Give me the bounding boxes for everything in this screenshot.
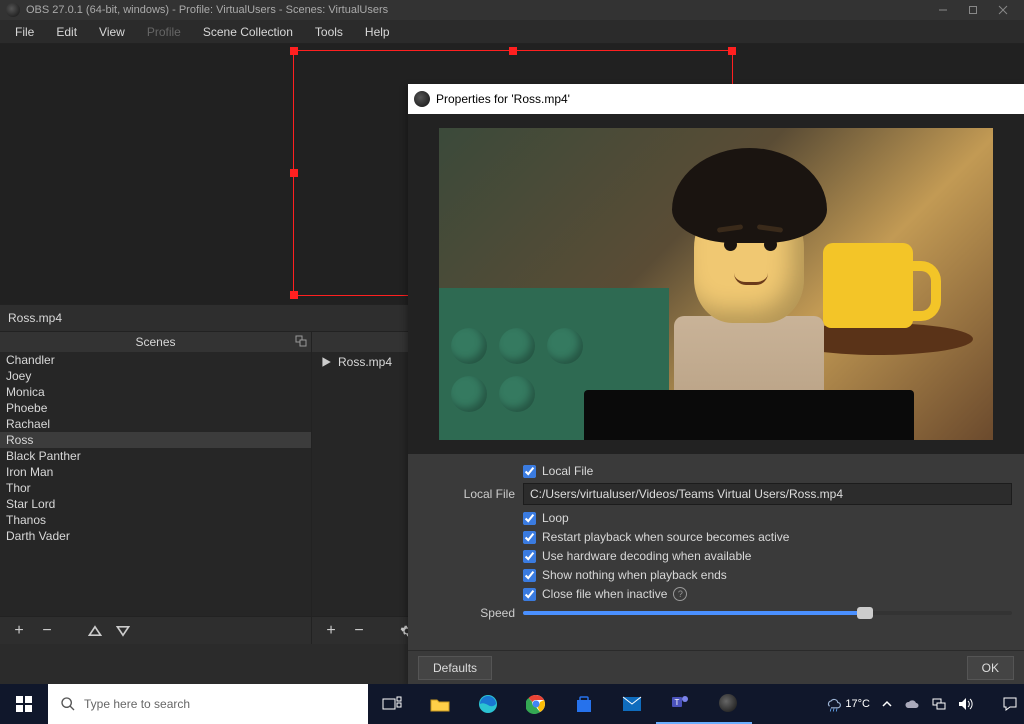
maximize-button[interactable] bbox=[958, 0, 988, 20]
menu-edit[interactable]: Edit bbox=[47, 23, 86, 41]
svg-text:T: T bbox=[675, 698, 680, 707]
weather-widget[interactable]: 17°C bbox=[819, 695, 876, 713]
scene-entry[interactable]: Chandler bbox=[0, 352, 311, 368]
weather-icon bbox=[825, 695, 843, 713]
windows-logo-icon bbox=[16, 696, 32, 712]
scene-entry[interactable]: Thanos bbox=[0, 512, 311, 528]
local-file-input[interactable] bbox=[523, 483, 1012, 505]
scenes-dock: Scenes ChandlerJoeyMonicaPhoebeRachaelRo… bbox=[0, 332, 312, 644]
tray-chevron[interactable] bbox=[876, 699, 898, 709]
taskbar-search[interactable]: Type here to search bbox=[48, 684, 368, 724]
scene-entry[interactable]: Black Panther bbox=[0, 448, 311, 464]
defaults-button[interactable]: Defaults bbox=[418, 656, 492, 680]
obs-taskbar-icon[interactable] bbox=[704, 684, 752, 724]
show-nothing-label: Show nothing when playback ends bbox=[542, 568, 727, 582]
menu-file[interactable]: File bbox=[6, 23, 43, 41]
properties-dialog-header[interactable]: Properties for 'Ross.mp4' bbox=[408, 84, 1024, 114]
chevron-up-icon bbox=[882, 699, 892, 709]
restart-playback-label: Restart playback when source becomes act… bbox=[542, 530, 789, 544]
window-title: OBS 27.0.1 (64-bit, windows) - Profile: … bbox=[26, 4, 928, 16]
hw-decoding-checkbox[interactable] bbox=[523, 550, 536, 563]
scene-entry[interactable]: Joey bbox=[0, 368, 311, 384]
minimize-button[interactable] bbox=[928, 0, 958, 20]
obs-logo-icon bbox=[6, 3, 20, 17]
scene-entry[interactable]: Star Lord bbox=[0, 496, 311, 512]
properties-form: Local File Local File Loop Restart playb… bbox=[408, 454, 1024, 650]
titlebar: OBS 27.0.1 (64-bit, windows) - Profile: … bbox=[0, 0, 1024, 20]
restart-playback-checkbox[interactable] bbox=[523, 531, 536, 544]
popout-icon[interactable] bbox=[295, 335, 307, 347]
volume-icon bbox=[958, 697, 974, 711]
search-icon bbox=[60, 696, 76, 712]
ok-button[interactable]: OK bbox=[967, 656, 1014, 680]
loop-label: Loop bbox=[542, 511, 569, 525]
speed-slider[interactable] bbox=[523, 611, 1012, 615]
scene-entry[interactable]: Iron Man bbox=[0, 464, 311, 480]
properties-preview bbox=[408, 114, 1024, 454]
remove-source-button[interactable]: − bbox=[350, 622, 368, 640]
network-icon bbox=[932, 697, 946, 711]
add-scene-button[interactable]: + bbox=[10, 622, 28, 640]
taskbar: Type here to search T 17°C bbox=[0, 684, 1024, 724]
menu-tools[interactable]: Tools bbox=[306, 23, 352, 41]
close-file-checkbox[interactable] bbox=[523, 588, 536, 601]
search-placeholder: Type here to search bbox=[84, 697, 190, 711]
notification-icon bbox=[1002, 696, 1018, 712]
local-file-checkbox-label: Local File bbox=[542, 464, 593, 478]
properties-footer: Defaults OK bbox=[408, 650, 1024, 684]
system-tray: 17°C bbox=[819, 684, 1024, 724]
add-source-button[interactable]: + bbox=[322, 622, 340, 640]
local-file-label: Local File bbox=[420, 487, 515, 501]
close-button[interactable] bbox=[988, 0, 1018, 20]
move-up-button[interactable] bbox=[86, 622, 104, 640]
weather-temp: 17°C bbox=[845, 698, 870, 710]
teams-icon[interactable]: T bbox=[656, 684, 704, 724]
scene-entry[interactable]: Phoebe bbox=[0, 400, 311, 416]
play-icon bbox=[320, 356, 332, 368]
menu-view[interactable]: View bbox=[90, 23, 134, 41]
menu-help[interactable]: Help bbox=[356, 23, 399, 41]
scene-entry[interactable]: Darth Vader bbox=[0, 528, 311, 544]
scene-entry[interactable]: Monica bbox=[0, 384, 311, 400]
menu-bar: File Edit View Profile Scene Collection … bbox=[0, 20, 1024, 44]
mail-icon[interactable] bbox=[608, 684, 656, 724]
tray-notifications[interactable] bbox=[996, 696, 1024, 712]
scenes-toolbar: + − bbox=[0, 616, 311, 644]
explorer-icon[interactable] bbox=[416, 684, 464, 724]
start-button[interactable] bbox=[0, 684, 48, 724]
loop-checkbox[interactable] bbox=[523, 512, 536, 525]
local-file-checkbox[interactable] bbox=[523, 465, 536, 478]
scene-entry[interactable]: Rachael bbox=[0, 416, 311, 432]
help-icon[interactable]: ? bbox=[673, 587, 687, 601]
edge-icon[interactable] bbox=[464, 684, 512, 724]
scenes-header: Scenes bbox=[0, 332, 311, 352]
chrome-icon[interactable] bbox=[512, 684, 560, 724]
remove-scene-button[interactable]: − bbox=[38, 622, 56, 640]
obs-logo-icon bbox=[414, 91, 430, 107]
scene-entry[interactable]: Ross bbox=[0, 432, 311, 448]
move-down-button[interactable] bbox=[114, 622, 132, 640]
tray-volume[interactable] bbox=[952, 697, 980, 711]
store-icon[interactable] bbox=[560, 684, 608, 724]
video-frame bbox=[439, 128, 993, 440]
speed-label: Speed bbox=[420, 606, 515, 620]
properties-dialog: Properties for 'Ross.mp4' Local File Lo bbox=[408, 84, 1024, 684]
cloud-icon bbox=[904, 698, 920, 710]
show-nothing-checkbox[interactable] bbox=[523, 569, 536, 582]
hw-decoding-label: Use hardware decoding when available bbox=[542, 549, 751, 563]
tray-network[interactable] bbox=[926, 697, 952, 711]
task-view-button[interactable] bbox=[368, 684, 416, 724]
properties-dialog-title: Properties for 'Ross.mp4' bbox=[436, 92, 570, 106]
menu-profile[interactable]: Profile bbox=[138, 23, 190, 41]
scenes-list[interactable]: ChandlerJoeyMonicaPhoebeRachaelRossBlack… bbox=[0, 352, 311, 616]
scene-entry[interactable]: Thor bbox=[0, 480, 311, 496]
menu-scene-collection[interactable]: Scene Collection bbox=[194, 23, 302, 41]
close-file-label: Close file when inactive bbox=[542, 587, 667, 601]
tray-onedrive[interactable] bbox=[898, 698, 926, 710]
